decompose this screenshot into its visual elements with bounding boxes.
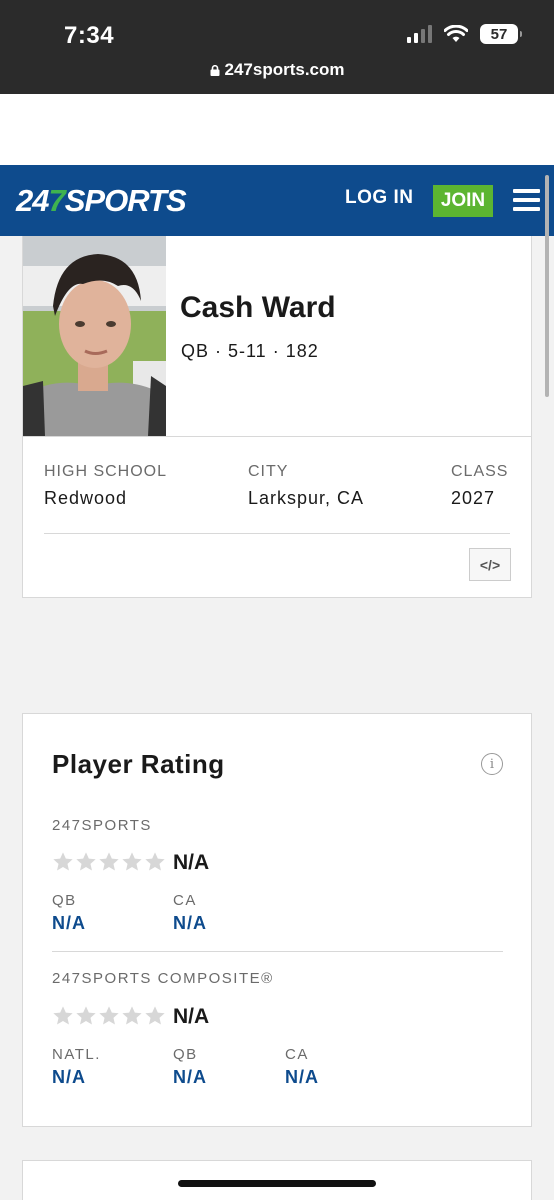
247sports-star-rating [52, 851, 166, 873]
star-icon [145, 852, 165, 871]
url-text: 247sports.com [224, 60, 345, 79]
join-button[interactable]: JOIN [433, 185, 493, 217]
composite-state-rank-label: CA [285, 1046, 309, 1063]
star-icon [122, 852, 142, 871]
composite-state-rank-value[interactable]: N/A [285, 1067, 319, 1088]
lock-icon [210, 65, 219, 76]
player-name: Cash Ward [180, 291, 336, 324]
cellular-signal-icon [407, 25, 432, 43]
player-position-height-weight: QB · 5-11 · 182 [181, 341, 319, 361]
city-value: Larkspur, CA [248, 488, 365, 508]
star-icon [145, 1006, 165, 1025]
star-icon [76, 852, 96, 871]
composite-rating-value: N/A [173, 1005, 210, 1028]
info-icon[interactable]: i [481, 753, 503, 775]
star-icon [99, 1006, 119, 1025]
wifi-icon [444, 25, 468, 42]
divider [23, 436, 532, 437]
divider [52, 951, 503, 952]
state-rank-value[interactable]: N/A [173, 913, 207, 934]
status-icons: 57 [407, 24, 522, 44]
high-school-label: HIGH SCHOOL [44, 463, 168, 480]
247sports-rating-value: N/A [173, 851, 210, 874]
composite-rating-label: 247SPORTS COMPOSITE® [52, 970, 274, 987]
composite-position-rank-value[interactable]: N/A [173, 1067, 207, 1088]
star-icon [122, 1006, 142, 1025]
hamburger-menu-icon[interactable] [513, 189, 540, 211]
national-rank-label: NATL. [52, 1046, 101, 1063]
position-rank-label: QB [52, 892, 77, 909]
star-icon [53, 852, 73, 871]
composite-star-rating [52, 1005, 166, 1027]
city-label: CITY [248, 463, 289, 480]
battery-icon: 57 [480, 24, 522, 44]
247sports-logo[interactable]: 247SPORTS [16, 183, 187, 219]
status-bar: 7:34 57 247sports.com [0, 0, 554, 94]
state-rank-label: CA [173, 892, 197, 909]
home-indicator[interactable] [178, 1180, 376, 1187]
player-photo [23, 236, 166, 436]
page-top-spacer [0, 94, 554, 165]
status-time: 7:34 [64, 22, 115, 49]
player-rating-card: Player Rating i 247SPORTS N/A QB N/A CA … [22, 713, 532, 1127]
player-profile-card: Cash Ward QB · 5-11 · 182 HIGH SCHOOL Re… [22, 236, 532, 598]
page-scrollbar[interactable] [545, 175, 549, 397]
class-value: 2027 [451, 488, 496, 508]
star-icon [53, 1006, 73, 1025]
star-icon [99, 852, 119, 871]
embed-code-button[interactable]: </> [469, 548, 511, 581]
star-icon [76, 1006, 96, 1025]
url-bar[interactable]: 247sports.com [0, 60, 554, 80]
247sports-rating-label: 247SPORTS [52, 817, 152, 834]
national-rank-value[interactable]: N/A [52, 1067, 86, 1088]
site-header: 247SPORTS LOG IN JOIN [0, 165, 554, 236]
composite-position-rank-label: QB [173, 1046, 198, 1063]
position-rank-value[interactable]: N/A [52, 913, 86, 934]
class-label: CLASS [451, 463, 509, 480]
high-school-value[interactable]: Redwood [44, 488, 127, 509]
player-rating-title: Player Rating [52, 749, 225, 779]
login-link[interactable]: LOG IN [345, 187, 413, 209]
divider [44, 533, 510, 534]
